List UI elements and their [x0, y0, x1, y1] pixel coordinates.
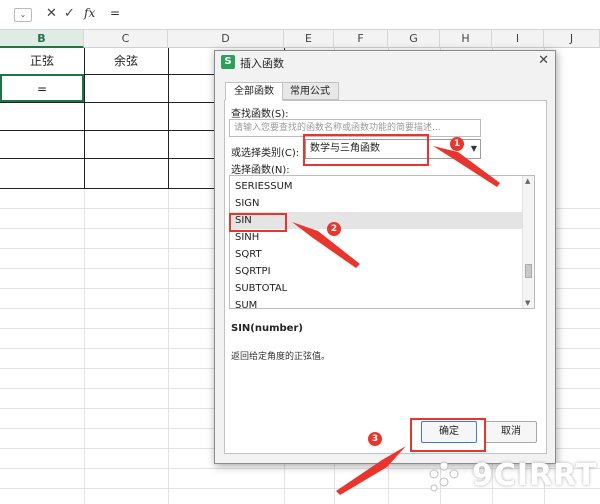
highlight-box-category: [303, 134, 429, 166]
highlight-box-ok: [410, 418, 486, 452]
step-badge-1: 1: [450, 137, 464, 151]
confirm-icon[interactable]: ✓: [64, 6, 75, 21]
watermark-logo-icon: [429, 461, 459, 492]
table-border: [84, 48, 85, 188]
formula-bar: ⌄ ✕ ✓ fx =: [0, 0, 600, 30]
tab-common-formulas[interactable]: 常用公式: [281, 82, 339, 100]
list-item-sum[interactable]: SUM: [230, 297, 522, 308]
list-item-sqrtpi[interactable]: SQRTPI: [230, 263, 522, 280]
cancel-button[interactable]: 取消: [485, 421, 537, 443]
watermark: 9CIRRT: [426, 456, 596, 496]
category-label: 或选择类别(C):: [231, 148, 300, 159]
dialog-titlebar[interactable]: S 插入函数 ✕: [215, 51, 555, 73]
wps-logo-icon: S: [221, 55, 235, 69]
scroll-down-icon[interactable]: ▼: [525, 299, 530, 307]
list-item-subtotal[interactable]: SUBTOTAL: [230, 280, 522, 297]
column-header-e[interactable]: E: [284, 30, 334, 48]
chevron-down-icon[interactable]: ▼: [471, 140, 477, 158]
step-badge-3: 3: [368, 432, 382, 446]
column-header-g[interactable]: G: [388, 30, 440, 48]
insert-function-icon[interactable]: fx: [84, 6, 95, 20]
column-header-f[interactable]: F: [334, 30, 388, 48]
selected-cell-outline: [0, 74, 84, 102]
close-icon[interactable]: ✕: [538, 54, 549, 68]
column-header-c[interactable]: C: [84, 30, 168, 48]
list-item-sign[interactable]: SIGN: [230, 195, 522, 212]
function-list-label: 选择函数(N):: [231, 165, 290, 176]
function-description: 返回给定角度的正弦值。: [231, 352, 331, 362]
column-header-h[interactable]: H: [440, 30, 492, 48]
function-signature: SIN(number): [231, 323, 303, 334]
name-box-dropdown[interactable]: ⌄: [14, 8, 32, 22]
scrollbar-thumb[interactable]: [525, 264, 532, 278]
cell-b-header[interactable]: 正弦: [0, 52, 84, 69]
list-scrollbar[interactable]: ▲ ▼: [522, 176, 534, 308]
table-border: [168, 48, 169, 188]
highlight-box-sin: [229, 213, 287, 232]
function-list[interactable]: SERIESSUM SIGN SIN SINH SQRT SQRTPI SUBT…: [229, 175, 535, 309]
column-header-b[interactable]: B: [0, 30, 84, 48]
column-header-d[interactable]: D: [168, 30, 284, 48]
dialog-title: 插入函数: [240, 57, 284, 70]
scroll-up-icon[interactable]: ▲: [525, 177, 530, 185]
column-header-j[interactable]: J: [544, 30, 600, 48]
step-badge-2: 2: [327, 222, 341, 236]
list-item-seriessum[interactable]: SERIESSUM: [230, 178, 522, 195]
insert-function-dialog: S 插入函数 ✕ 全部函数 常用公式 查找函数(S): 请输入您要查找的函数名称…: [214, 50, 556, 464]
cell-c-header[interactable]: 余弦: [84, 52, 168, 69]
list-item-sqrt[interactable]: SQRT: [230, 246, 522, 263]
watermark-text: 9CIRRT: [472, 458, 598, 493]
column-header-i[interactable]: I: [492, 30, 544, 48]
search-label: 查找函数(S):: [231, 109, 289, 120]
formula-input[interactable]: =: [110, 6, 120, 20]
cancel-icon[interactable]: ✕: [46, 6, 57, 21]
tab-all-functions[interactable]: 全部函数: [225, 82, 283, 101]
